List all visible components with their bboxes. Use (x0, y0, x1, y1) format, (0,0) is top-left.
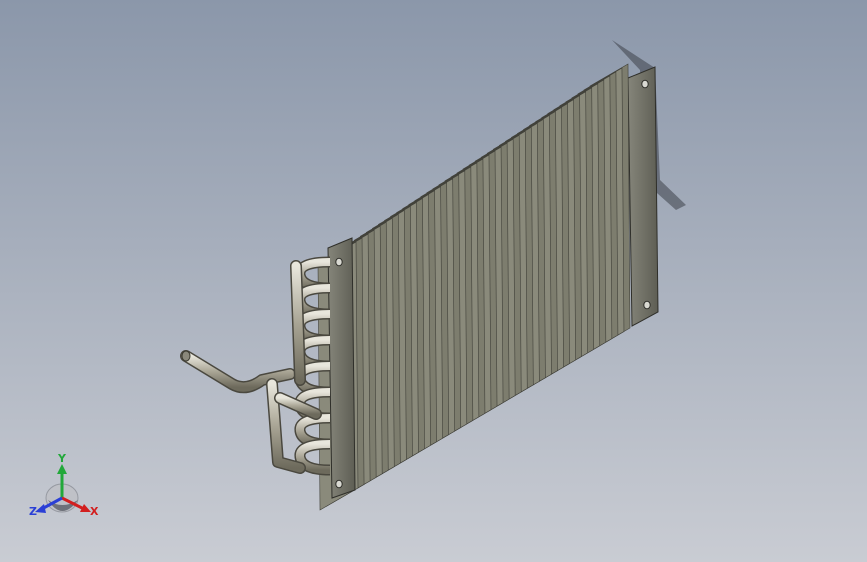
y-axis-label: Y (57, 452, 67, 465)
z-axis-label: Z (29, 505, 37, 518)
right-plate-hole-top (641, 79, 649, 89)
left-plate-hole-bottom (335, 479, 343, 489)
inlet-pipe-end (181, 350, 191, 362)
right-plate-hole-bottom (643, 300, 651, 310)
cad-viewport[interactable]: Y X Z (0, 0, 867, 562)
viewport-canvas[interactable]: Y X Z (0, 0, 867, 562)
left-plate-hole-top (335, 257, 343, 267)
left-end-plate (327, 237, 356, 499)
x-axis-label: X (90, 505, 99, 518)
right-end-plate (627, 66, 659, 327)
